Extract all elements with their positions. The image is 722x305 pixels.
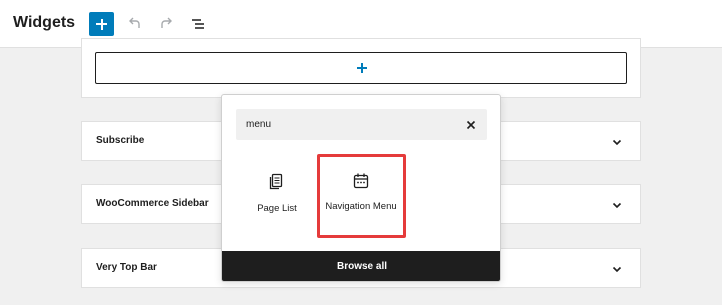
browse-all-button[interactable]: Browse all (222, 251, 500, 281)
chevron-down-icon[interactable] (610, 262, 624, 276)
list-view-icon[interactable] (187, 13, 209, 35)
widget-area-top (81, 38, 641, 98)
block-inserter-button[interactable] (95, 52, 627, 84)
navigation-icon (353, 173, 369, 189)
block-inserter-popover: Page List Navigation Menu Browse all (221, 94, 501, 282)
plus-icon (357, 62, 369, 74)
redo-icon[interactable] (155, 13, 177, 35)
block-search-input[interactable] (236, 109, 487, 140)
chevron-down-icon[interactable] (610, 198, 624, 212)
close-icon[interactable] (465, 119, 477, 131)
widget-area-label: Subscribe (96, 135, 145, 146)
widget-area-label: Very Top Bar (96, 262, 157, 273)
chevron-down-icon[interactable] (610, 135, 624, 149)
block-result-label: Page List (257, 203, 297, 214)
page-title: Widgets (13, 14, 76, 31)
block-result-label: Navigation Menu (325, 201, 397, 212)
block-result-page-list[interactable]: Page List (237, 159, 317, 231)
block-result-navigation-menu[interactable]: Navigation Menu (321, 159, 401, 231)
page-list-icon (269, 173, 283, 190)
add-block-button[interactable] (89, 12, 114, 36)
widget-area-label: WooCommerce Sidebar (96, 198, 209, 209)
undo-icon[interactable] (124, 13, 146, 35)
